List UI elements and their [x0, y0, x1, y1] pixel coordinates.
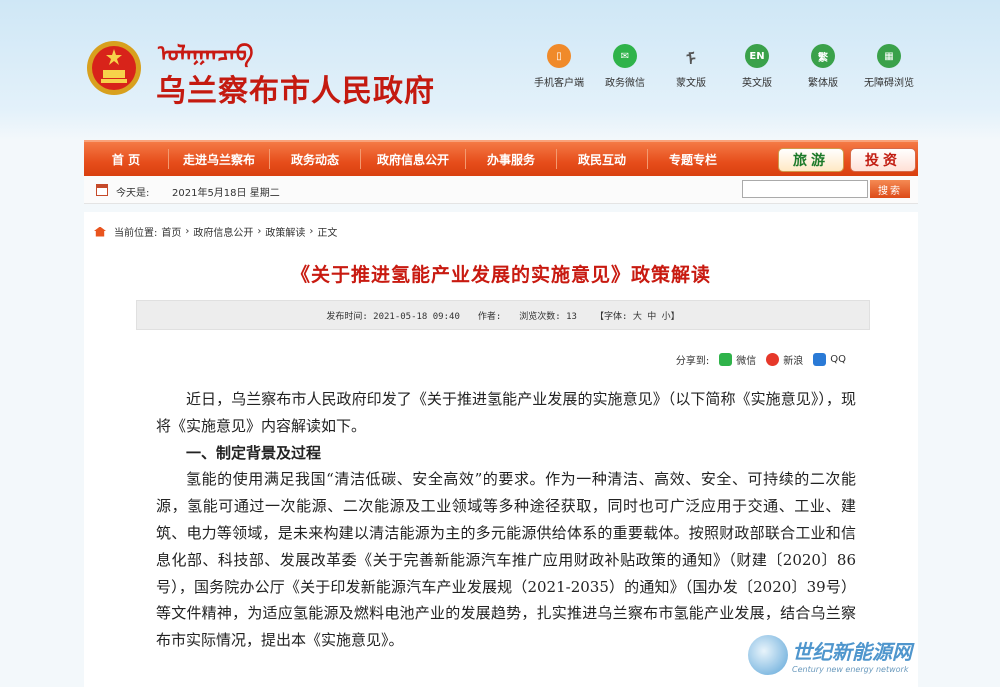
tool-mobile[interactable]: ▯ 手机客户端 — [526, 44, 592, 89]
breadcrumb-separator: › — [257, 226, 262, 237]
main-nav: 首 页 走进乌兰察布 政务动态 政府信息公开 办事服务 政民互动 专题专栏 旅游… — [84, 140, 918, 176]
tool-accessibility[interactable]: ▦ 无障碍浏览 — [856, 44, 922, 89]
home-icon — [94, 226, 106, 237]
english-icon: EN — [745, 44, 769, 68]
breadcrumb-gov-info[interactable]: 政府信息公开 — [193, 224, 253, 239]
qq-share-icon[interactable] — [813, 353, 827, 366]
mobile-icon: ▯ — [547, 44, 571, 68]
mongolian-icon: ᠮ — [686, 50, 696, 69]
site-header: ᠤᠯᠠᠭᠠᠨᠴᠠᠪ 乌兰察布市人民政府 ▯ 手机客户端 ✉ 政务微信 ᠮ 蒙文版… — [0, 0, 1000, 140]
breadcrumb-prefix: 当前位置: — [114, 228, 158, 239]
watermark-en: Century new energy network — [792, 665, 909, 674]
date-search-bar: 今天是: 2021年5月18日 星期二 搜索 — [84, 176, 918, 204]
nav-item-about[interactable]: 走进乌兰察布 — [169, 151, 269, 168]
travel-button[interactable]: 旅游 — [778, 148, 844, 172]
nav-item-gov-info[interactable]: 政府信息公开 — [361, 151, 465, 168]
watermark-cn: 世纪新能源网 — [792, 640, 912, 664]
view-count: 浏览次数: 13 — [519, 311, 577, 322]
author: 作者: — [477, 311, 502, 322]
header-tools: ▯ 手机客户端 ✉ 政务微信 ᠮ 蒙文版 EN 英文版 繁 繁体版 ▦ 无障碍浏… — [526, 44, 922, 89]
wechat-icon: ✉ — [613, 44, 637, 68]
nav-item-home[interactable]: 首 页 — [84, 151, 168, 168]
nav-item-news[interactable]: 政务动态 — [270, 151, 360, 168]
watermark: 世纪新能源网 Century new energy network — [748, 635, 912, 675]
article-meta: 发布时间: 2021-05-18 09:40 作者: 浏览次数: 13 【字体:… — [136, 300, 870, 330]
invest-button[interactable]: 投资 — [850, 148, 916, 172]
tool-wechat[interactable]: ✉ 政务微信 — [592, 44, 658, 89]
search-input[interactable] — [742, 180, 868, 198]
tool-label: 无障碍浏览 — [864, 78, 914, 89]
tool-label: 手机客户端 — [534, 78, 584, 89]
watermark-logo-icon — [748, 635, 788, 675]
breadcrumb-home[interactable]: 首页 — [161, 224, 181, 239]
breadcrumb: 当前位置: 首页 › 政府信息公开 › 政策解读 › 正文 — [94, 224, 341, 239]
national-emblem-icon — [87, 41, 141, 95]
mongolian-script-title: ᠤᠯᠠᠭᠠᠨᠴᠠᠪ — [158, 41, 254, 67]
tool-english[interactable]: EN 英文版 — [724, 44, 790, 89]
tool-label: 繁体版 — [808, 78, 838, 89]
nav-item-topics[interactable]: 专题专栏 — [648, 151, 738, 168]
current-date: 2021年5月18日 星期二 — [172, 188, 280, 199]
tool-label: 英文版 — [742, 78, 772, 89]
today-label: 今天是: — [116, 188, 150, 199]
publish-time: 发布时间: 2021-05-18 09:40 — [326, 311, 460, 322]
nav-item-services[interactable]: 办事服务 — [466, 151, 556, 168]
breadcrumb-policy[interactable]: 政策解读 — [265, 224, 305, 239]
calendar-icon — [96, 184, 108, 196]
breadcrumb-separator: › — [185, 226, 190, 237]
traditional-icon: 繁 — [811, 44, 835, 68]
tool-label: 政务微信 — [605, 78, 645, 89]
tool-label: 蒙文版 — [676, 78, 706, 89]
paragraph: 近日，乌兰察布市人民政府印发了《关于推进氢能产业发展的实施意见》（以下简称《实施… — [156, 390, 856, 435]
article-container: 当前位置: 首页 › 政府信息公开 › 政策解读 › 正文 《关于推进氢能产业发… — [84, 212, 918, 687]
share-label: 分享到: — [675, 356, 710, 367]
share-bar: 分享到: 微信 新浪 QQ — [676, 352, 846, 367]
tool-traditional[interactable]: 繁 繁体版 — [790, 44, 856, 89]
share-wechat[interactable]: 微信 — [736, 352, 756, 367]
paragraph: 氢能的使用满足我国“清洁低碳、安全高效”的要求。作为一种清洁、高效、安全、可持续… — [156, 470, 856, 650]
share-weibo[interactable]: 新浪 — [783, 352, 803, 367]
site-title[interactable]: 乌兰察布市人民政府 — [156, 66, 435, 110]
accessibility-icon: ▦ — [877, 44, 901, 68]
section-heading: 一、制定背景及过程 — [186, 443, 322, 462]
wechat-share-icon[interactable] — [719, 353, 733, 366]
share-qq[interactable]: QQ — [830, 354, 846, 365]
article-title: 《关于推进氢能产业发展的实施意见》政策解读 — [290, 264, 711, 286]
watermark-text: 世纪新能源网 Century new energy network — [792, 636, 912, 674]
breadcrumb-separator: › — [309, 226, 314, 237]
breadcrumb-current: 正文 — [317, 228, 338, 239]
font-size-control[interactable]: 【字体: 大 中 小】 — [595, 309, 680, 322]
tool-mongolian[interactable]: ᠮ 蒙文版 — [658, 44, 724, 89]
nav-item-interaction[interactable]: 政民互动 — [557, 151, 647, 168]
search-button[interactable]: 搜索 — [870, 180, 910, 198]
article-body: 近日，乌兰察布市人民政府印发了《关于推进氢能产业发展的实施意见》（以下简称《实施… — [156, 386, 856, 654]
weibo-share-icon[interactable] — [766, 353, 780, 366]
